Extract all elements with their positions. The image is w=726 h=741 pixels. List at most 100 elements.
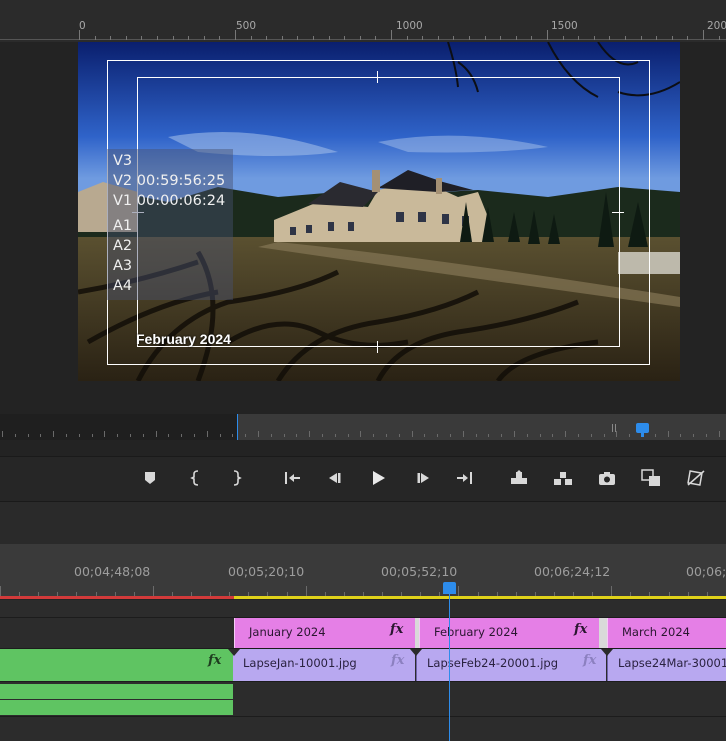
tick-mark	[297, 36, 298, 40]
toggle-proxies-icon	[687, 470, 705, 486]
tick-mark	[141, 36, 142, 40]
tick-mark	[412, 431, 413, 437]
tick-mark	[66, 434, 67, 437]
overlay-a4: A4	[113, 278, 133, 294]
tick-mark	[251, 36, 252, 40]
go-to-in-icon	[285, 472, 300, 484]
tick-mark	[219, 36, 220, 40]
tick-mark	[501, 434, 502, 437]
clip-march-2024[interactable]: March 2024	[607, 618, 726, 648]
export-frame-button[interactable]	[593, 463, 621, 493]
tick-mark	[453, 36, 454, 40]
tick-mark	[156, 431, 157, 437]
safe-center-mark-top	[377, 71, 378, 83]
tick-mark	[258, 431, 259, 437]
tick-mark	[591, 434, 592, 437]
comparison-view-button[interactable]	[637, 463, 665, 493]
ruler-baseline	[0, 39, 726, 40]
tick-mark	[313, 36, 314, 40]
program-ruler	[0, 0, 726, 42]
scrubber-in-indicator	[237, 414, 238, 440]
tick-mark	[153, 586, 154, 596]
work-area-unrendered	[0, 596, 234, 599]
fx-badge-icon: fx	[583, 653, 597, 668]
play-button[interactable]	[364, 463, 392, 493]
tick-mark	[485, 36, 486, 40]
toggle-proxies-button[interactable]	[682, 463, 710, 493]
timecode-label-2: 00;05;20;10	[228, 564, 305, 579]
tick-mark	[706, 434, 707, 437]
clip-lapsejan[interactable]: LapseJan-10001.jpg fx	[233, 649, 415, 681]
track-divider	[0, 681, 726, 682]
transition-arrow-icon	[601, 649, 613, 656]
tick-mark	[104, 431, 105, 437]
step-back-button[interactable]	[321, 463, 349, 493]
tick-mark	[437, 434, 438, 437]
ruler-label-0: 0	[79, 20, 86, 32]
clip-lapsefeb24[interactable]: LapseFeb24-20001.jpg fx	[416, 649, 606, 681]
tick-mark	[552, 434, 553, 437]
mark-in-button[interactable]	[182, 463, 210, 493]
go-to-in-button[interactable]	[278, 463, 306, 493]
clip-january-2024[interactable]: January 2024 fx	[234, 618, 415, 648]
mark-out-icon	[233, 470, 242, 486]
tick-mark	[309, 431, 310, 437]
tick-mark	[578, 36, 579, 40]
scrubber-playhead[interactable]	[636, 423, 649, 433]
tick-mark	[188, 36, 189, 40]
tick-mark	[173, 36, 174, 40]
tick-mark	[110, 36, 111, 40]
tick-mark	[438, 36, 439, 40]
track-info-overlay: V3 V2 00:59:56:25 V1 00:00:06:24 A1 A2 A…	[107, 149, 233, 300]
tick-mark	[450, 434, 451, 437]
tick-mark	[271, 434, 272, 437]
clip-previous[interactable]: fx	[0, 649, 233, 681]
transition-marker[interactable]	[599, 618, 607, 648]
transition-arrow-icon	[410, 649, 422, 656]
add-marker-button[interactable]	[136, 463, 164, 493]
tick-mark	[360, 36, 361, 40]
overlay-v1: V1 00:00:06:24	[113, 193, 226, 209]
tick-mark	[476, 434, 477, 437]
tick-mark	[687, 36, 688, 40]
scrubber-marker-2	[615, 424, 616, 432]
audio-clip-a1[interactable]	[0, 684, 233, 699]
tick-mark	[703, 30, 704, 40]
tick-mark	[296, 434, 297, 437]
tick-mark	[514, 431, 515, 437]
step-forward-button[interactable]	[409, 463, 437, 493]
tick-mark	[655, 434, 656, 437]
tick-mark	[719, 36, 720, 40]
clip-lapse24mar[interactable]: Lapse24Mar-30001.jpg	[607, 649, 726, 681]
step-back-icon	[329, 473, 341, 483]
timeline-header-bar	[0, 502, 726, 544]
scrubber-marker-1	[612, 424, 613, 432]
tick-mark	[245, 434, 246, 437]
ruler-label-2000: 200	[707, 20, 726, 32]
playhead-line	[449, 594, 450, 741]
tick-mark	[540, 434, 541, 437]
ruler-label-1000: 1000	[396, 20, 423, 32]
clip-february-2024[interactable]: February 2024 fx	[419, 618, 599, 648]
tick-mark	[656, 36, 657, 40]
lift-button[interactable]	[505, 463, 533, 493]
tick-mark	[40, 434, 41, 437]
tick-mark	[95, 36, 96, 40]
extract-button[interactable]	[549, 463, 577, 493]
tick-mark	[563, 36, 564, 40]
tick-mark	[220, 434, 221, 437]
safe-center-mark-bottom	[377, 341, 378, 353]
tick-mark	[168, 434, 169, 437]
audio-clip-a2[interactable]	[0, 700, 233, 715]
tick-mark	[500, 36, 501, 40]
export-frame-icon	[599, 472, 615, 485]
mark-out-button[interactable]	[222, 463, 250, 493]
play-icon	[373, 471, 385, 485]
tick-mark	[422, 36, 423, 40]
tick-mark	[672, 36, 673, 40]
title-overlay-text[interactable]: February 2024	[136, 331, 231, 347]
timeline-playhead[interactable]	[443, 582, 456, 594]
go-to-out-button[interactable]	[451, 463, 479, 493]
tick-mark	[531, 36, 532, 40]
scrubber-zoom-range[interactable]	[238, 414, 726, 440]
